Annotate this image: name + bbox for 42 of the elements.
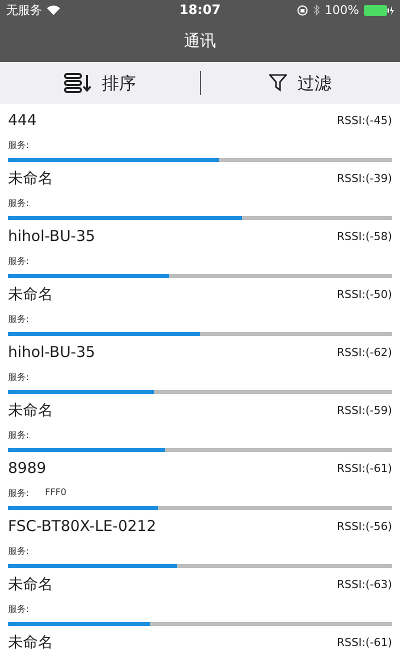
battery-percent: 100%	[324, 3, 360, 17]
clock: 18:07	[179, 2, 221, 18]
rssi-value: RSSI:(-39)	[336, 172, 392, 184]
service-label: 服务:	[8, 372, 30, 384]
service-label: 服务:	[8, 604, 30, 616]
lock-rotation-icon	[296, 4, 308, 16]
service-label: 服务:	[8, 488, 30, 500]
service-label: 服务:	[8, 314, 30, 326]
rssi-value: RSSI:(-61)	[336, 636, 392, 648]
wifi-icon	[47, 5, 60, 15]
device-name: 未命名	[8, 632, 53, 652]
rssi-value: RSSI:(-58)	[336, 230, 392, 242]
service-uuid: FFF0	[45, 488, 66, 498]
sort-icon	[64, 73, 92, 93]
nav-title: 通讯	[184, 30, 216, 52]
service-label: 服务:	[8, 256, 30, 268]
service-label: 服务:	[8, 430, 30, 442]
rssi-value: RSSI:(-61)	[336, 462, 392, 474]
rssi-value: RSSI:(-62)	[336, 346, 392, 358]
rssi-value: RSSI:(-45)	[336, 114, 392, 126]
service-label: 服务:	[8, 140, 30, 152]
rssi-value: RSSI:(-56)	[336, 520, 392, 532]
rssi-value: RSSI:(-50)	[336, 288, 392, 300]
filter-icon	[269, 74, 288, 92]
rssi-value: RSSI:(-59)	[336, 404, 392, 416]
battery-icon	[364, 4, 394, 16]
device-name: 8989	[8, 459, 46, 477]
service-label: 服务:	[8, 546, 30, 558]
service-label: 服务:	[8, 198, 30, 210]
rssi-value: RSSI:(-63)	[336, 578, 392, 590]
device-name: 未命名	[8, 574, 53, 594]
device-name: 444	[8, 111, 37, 129]
filter-button[interactable]: 过滤	[200, 66, 400, 100]
sort-button[interactable]: 排序	[0, 66, 200, 100]
device-name: hihol-BU-35	[8, 343, 96, 361]
carrier-label: 无服务	[6, 2, 42, 18]
device-name: 未命名	[8, 168, 53, 188]
device-name: 未命名	[8, 400, 53, 420]
device-name: FSC-BT80X-LE-0212	[8, 517, 156, 535]
bluetooth-icon	[312, 4, 320, 16]
device-name: hihol-BU-35	[8, 227, 96, 245]
device-name: 未命名	[8, 284, 53, 304]
